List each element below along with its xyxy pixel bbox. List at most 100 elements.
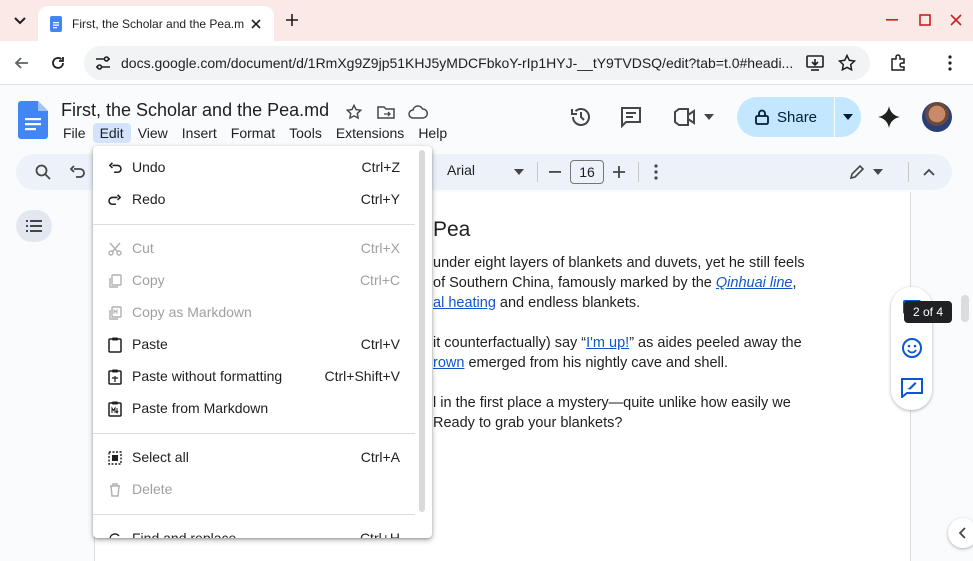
- menu-item-find-and-replace[interactable]: Find and replace Ctrl+H: [93, 523, 413, 538]
- star-icon[interactable]: [344, 102, 364, 122]
- new-tab-button[interactable]: [282, 10, 302, 30]
- gemini-sparkle-icon[interactable]: [876, 104, 902, 130]
- text-segment: emerged from his nightly cave and shell.: [464, 355, 728, 371]
- menu-item-label: Cut: [132, 240, 154, 256]
- menu-scrollbar[interactable]: [419, 150, 425, 512]
- menu-item-paste-from-markdown[interactable]: Paste from Markdown: [93, 393, 413, 425]
- browser-toolbar: docs.google.com/document/d/1RmXg9Z9jp51K…: [0, 41, 973, 85]
- move-folder-icon[interactable]: [376, 102, 396, 122]
- menu-separator: [93, 514, 415, 515]
- undo-icon[interactable]: [67, 162, 87, 182]
- share-button-group: Share: [737, 97, 861, 137]
- menu-edit[interactable]: Edit: [92, 123, 131, 143]
- site-info-icon[interactable]: [94, 54, 112, 72]
- menu-item-shortcut: Ctrl+C: [359, 272, 400, 288]
- menu-item-paste-without-formatting[interactable]: Paste without formatting Ctrl+Shift+V: [93, 361, 413, 393]
- suggest-edits-icon[interactable]: [900, 376, 924, 400]
- menu-item-select-all[interactable]: Select all Ctrl+A: [93, 442, 413, 474]
- edit-menu-dropdown: Undo Ctrl+Z Redo Ctrl+Y Cut Ctrl+X Copy …: [93, 146, 432, 538]
- menu-item-shortcut: Ctrl+Z: [361, 159, 401, 175]
- increase-font-size-icon[interactable]: [609, 162, 629, 182]
- url-text: docs.google.com/document/d/1RmXg9Z9jp51K…: [121, 55, 794, 71]
- menu-item-label: Paste without formatting: [132, 368, 283, 384]
- arrow-left-icon: [14, 57, 28, 69]
- menu-file[interactable]: File: [56, 123, 93, 143]
- video-camera-icon: [674, 108, 695, 126]
- menu-separator: [93, 224, 415, 225]
- menu-format[interactable]: Format: [224, 123, 282, 143]
- font-size-input[interactable]: 16: [570, 160, 604, 184]
- search-menus-icon[interactable]: [33, 162, 53, 182]
- paragraph-line: Ready to grab your blankets?: [433, 415, 623, 431]
- avatar[interactable]: [922, 102, 952, 132]
- document-title[interactable]: First, the Scholar and the Pea.md: [61, 100, 329, 121]
- menu-item-cut[interactable]: Cut Ctrl+X: [93, 233, 413, 265]
- more-tools-icon[interactable]: [646, 162, 666, 182]
- address-bar[interactable]: docs.google.com/document/d/1RmXg9Z9jp51K…: [84, 46, 870, 80]
- menu-item-label: Redo: [132, 191, 166, 207]
- add-emoji-reaction-icon[interactable]: [900, 336, 924, 360]
- docs-logo-icon[interactable]: [18, 101, 48, 139]
- text-segment: ” as aides peeled away the: [629, 335, 802, 351]
- font-dropdown-caret-icon[interactable]: [509, 162, 529, 182]
- close-window-button[interactable]: [946, 10, 966, 30]
- decrease-font-size-icon[interactable]: [545, 162, 565, 182]
- version-history-icon[interactable]: [568, 104, 594, 130]
- im-up-link[interactable]: I'm up!: [586, 335, 629, 351]
- central-heating-link[interactable]: al heating: [433, 295, 496, 311]
- maximize-button[interactable]: [915, 10, 935, 30]
- lock-icon: [755, 109, 769, 125]
- font-family-select[interactable]: Arial: [447, 162, 475, 178]
- menu-item-delete[interactable]: Delete: [93, 474, 413, 506]
- hide-menus-chevron-up-icon[interactable]: [919, 162, 939, 182]
- menu-insert[interactable]: Insert: [175, 123, 224, 143]
- menu-view[interactable]: View: [131, 123, 175, 143]
- tab-search-button[interactable]: [8, 9, 32, 33]
- menu-item-label: Delete: [132, 481, 173, 497]
- menu-item-paste[interactable]: Paste Ctrl+V: [93, 329, 413, 361]
- select-all-icon: [107, 450, 123, 466]
- menu-item-shortcut: Ctrl+V: [360, 336, 400, 352]
- browser-tab[interactable]: First, the Scholar and the Pea.m: [38, 6, 274, 41]
- meet-button[interactable]: [672, 104, 716, 130]
- undo-icon: [107, 160, 123, 176]
- menu-item-copy-as-markdown[interactable]: Copy as Markdown: [93, 297, 413, 329]
- paste-plain-icon: [107, 369, 123, 385]
- qinhuai-line-link[interactable]: Qinhuai line: [716, 275, 793, 291]
- browser-menu-button[interactable]: [938, 51, 962, 75]
- menu-extensions[interactable]: Extensions: [329, 123, 411, 143]
- menu-tools[interactable]: Tools: [282, 123, 329, 143]
- crown-link[interactable]: rown: [433, 355, 464, 371]
- side-panel-toggle-button[interactable]: [948, 518, 973, 548]
- close-icon[interactable]: [246, 14, 266, 34]
- menu-item-redo[interactable]: Redo Ctrl+Y: [93, 184, 413, 216]
- paragraph-line: it counterfactually) say “I'm up!” as ai…: [433, 335, 802, 351]
- chevron-down-icon: [14, 17, 26, 25]
- minimize-icon: [886, 19, 898, 21]
- extensions-button[interactable]: [886, 51, 910, 75]
- text-segment: and endless blankets.: [495, 295, 641, 311]
- bookmark-star-icon[interactable]: [837, 53, 857, 73]
- caret-down-icon: [873, 169, 883, 175]
- editing-mode-button[interactable]: [846, 162, 886, 182]
- document-outline-button[interactable]: [16, 210, 52, 242]
- toolbar-divider: [638, 162, 639, 182]
- puzzle-icon: [891, 54, 905, 71]
- menu-item-label: Undo: [132, 159, 166, 175]
- maximize-icon: [919, 14, 931, 26]
- paste-icon: [107, 337, 123, 353]
- back-button[interactable]: [10, 51, 34, 75]
- share-dropdown-button[interactable]: [835, 97, 861, 137]
- menu-help[interactable]: Help: [411, 123, 454, 143]
- copy-icon: [107, 273, 123, 289]
- comments-icon[interactable]: [618, 104, 644, 130]
- share-button[interactable]: Share: [737, 97, 833, 137]
- chevron-left-icon: [959, 527, 966, 539]
- cloud-saved-icon[interactable]: [408, 102, 428, 122]
- install-app-icon[interactable]: [805, 53, 825, 73]
- minimize-button[interactable]: [882, 10, 902, 30]
- menu-item-copy[interactable]: Copy Ctrl+C: [93, 265, 413, 297]
- menu-item-undo[interactable]: Undo Ctrl+Z: [93, 152, 413, 184]
- reload-button[interactable]: [46, 51, 70, 75]
- page-scrollbar[interactable]: [961, 295, 969, 322]
